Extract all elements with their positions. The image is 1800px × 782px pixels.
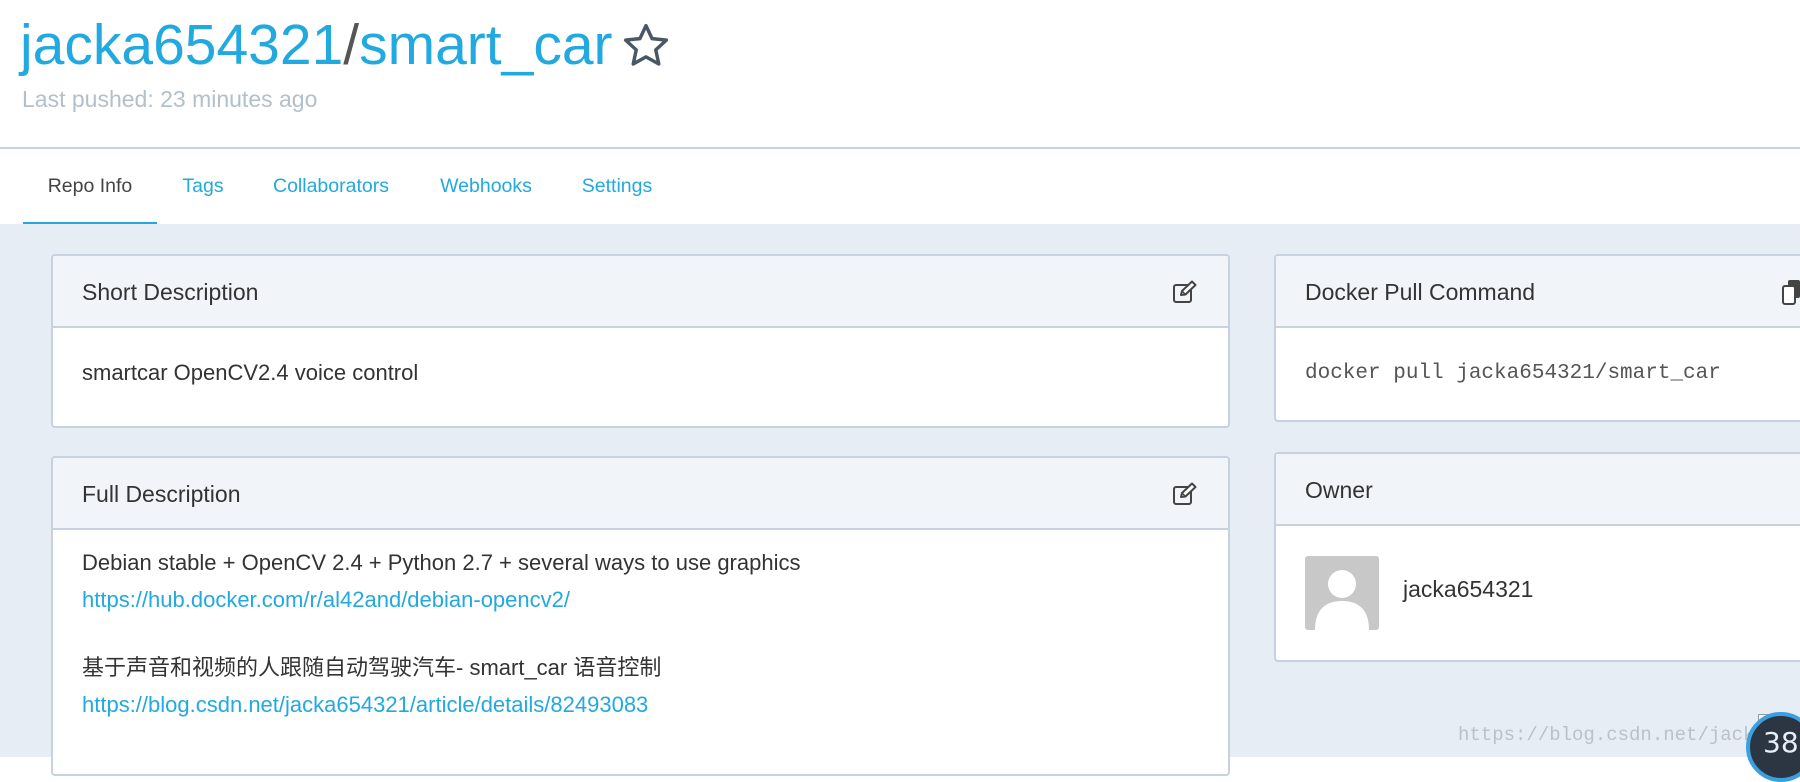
repo-title: jacka654321/smart_car [20, 8, 613, 82]
last-pushed-label: Last pushed: [22, 86, 161, 112]
full-description-body: Debian stable + OpenCV 2.4 + Python 2.7 … [82, 548, 1208, 774]
panel-title: Docker Pull Command [1305, 279, 1536, 305]
repo-owner-link[interactable]: jacka654321 [20, 13, 343, 77]
repo-name-link[interactable]: smart_car [359, 13, 612, 77]
floating-badge[interactable]: 38 [1746, 712, 1800, 782]
tab-settings[interactable]: Settings [574, 149, 660, 224]
description-link[interactable]: https://blog.csdn.net/jacka654321/articl… [82, 690, 648, 720]
panel-title: Short Description [82, 279, 259, 305]
panel-header: Full Description [53, 458, 1228, 530]
repo-title-slash: / [343, 13, 360, 77]
panel-header: Owner [1276, 454, 1800, 526]
short-description-panel: Short Description smartcar OpenCV2.4 voi… [51, 254, 1230, 428]
description-link[interactable]: https://hub.docker.com/r/al42and/debian-… [82, 585, 570, 615]
description-paragraph: 基于声音和视频的人跟随自动驾驶汽车- smart_car 语音控制 [82, 655, 662, 680]
last-pushed-time: 23 minutes ago [160, 86, 318, 112]
docker-pull-command[interactable]: docker pull jacka654321/smart_car [1305, 362, 1800, 385]
tab-tags[interactable]: Tags [170, 149, 236, 224]
description-paragraph: Debian stable + OpenCV 2.4 + Python 2.7 … [82, 550, 801, 575]
copy-icon[interactable] [1782, 280, 1800, 306]
repo-tabs: Repo Info Tags Collaborators Webhooks Se… [0, 149, 675, 224]
full-description-panel: Full Description Debian stable + OpenCV … [51, 456, 1230, 776]
last-pushed: Last pushed: 23 minutes ago [22, 86, 317, 113]
docker-pull-panel: Docker Pull Command docker pull jacka654… [1274, 254, 1800, 422]
tab-repo-info[interactable]: Repo Info [23, 149, 157, 224]
tab-webhooks[interactable]: Webhooks [430, 149, 542, 224]
star-outline-icon[interactable] [620, 20, 672, 72]
panel-title: Full Description [82, 481, 241, 507]
repo-header: jacka654321/smart_car Last pushed: 23 mi… [0, 0, 1800, 149]
panel-header: Short Description [53, 256, 1228, 328]
panel-title: Owner [1305, 477, 1373, 503]
user-placeholder-icon [1315, 570, 1369, 630]
owner-body: jacka654321 [1276, 526, 1800, 660]
owner-name[interactable]: jacka654321 [1403, 576, 1533, 603]
tab-collaborators[interactable]: Collaborators [266, 149, 396, 224]
panel-header: Docker Pull Command [1276, 256, 1800, 328]
edit-icon[interactable] [1172, 280, 1198, 304]
short-description-text: smartcar OpenCV2.4 voice control [82, 360, 419, 385]
avatar[interactable] [1305, 556, 1379, 630]
edit-icon[interactable] [1172, 482, 1198, 506]
owner-panel: Owner jacka654321 [1274, 452, 1800, 662]
badge-count: 38 [1763, 726, 1799, 759]
